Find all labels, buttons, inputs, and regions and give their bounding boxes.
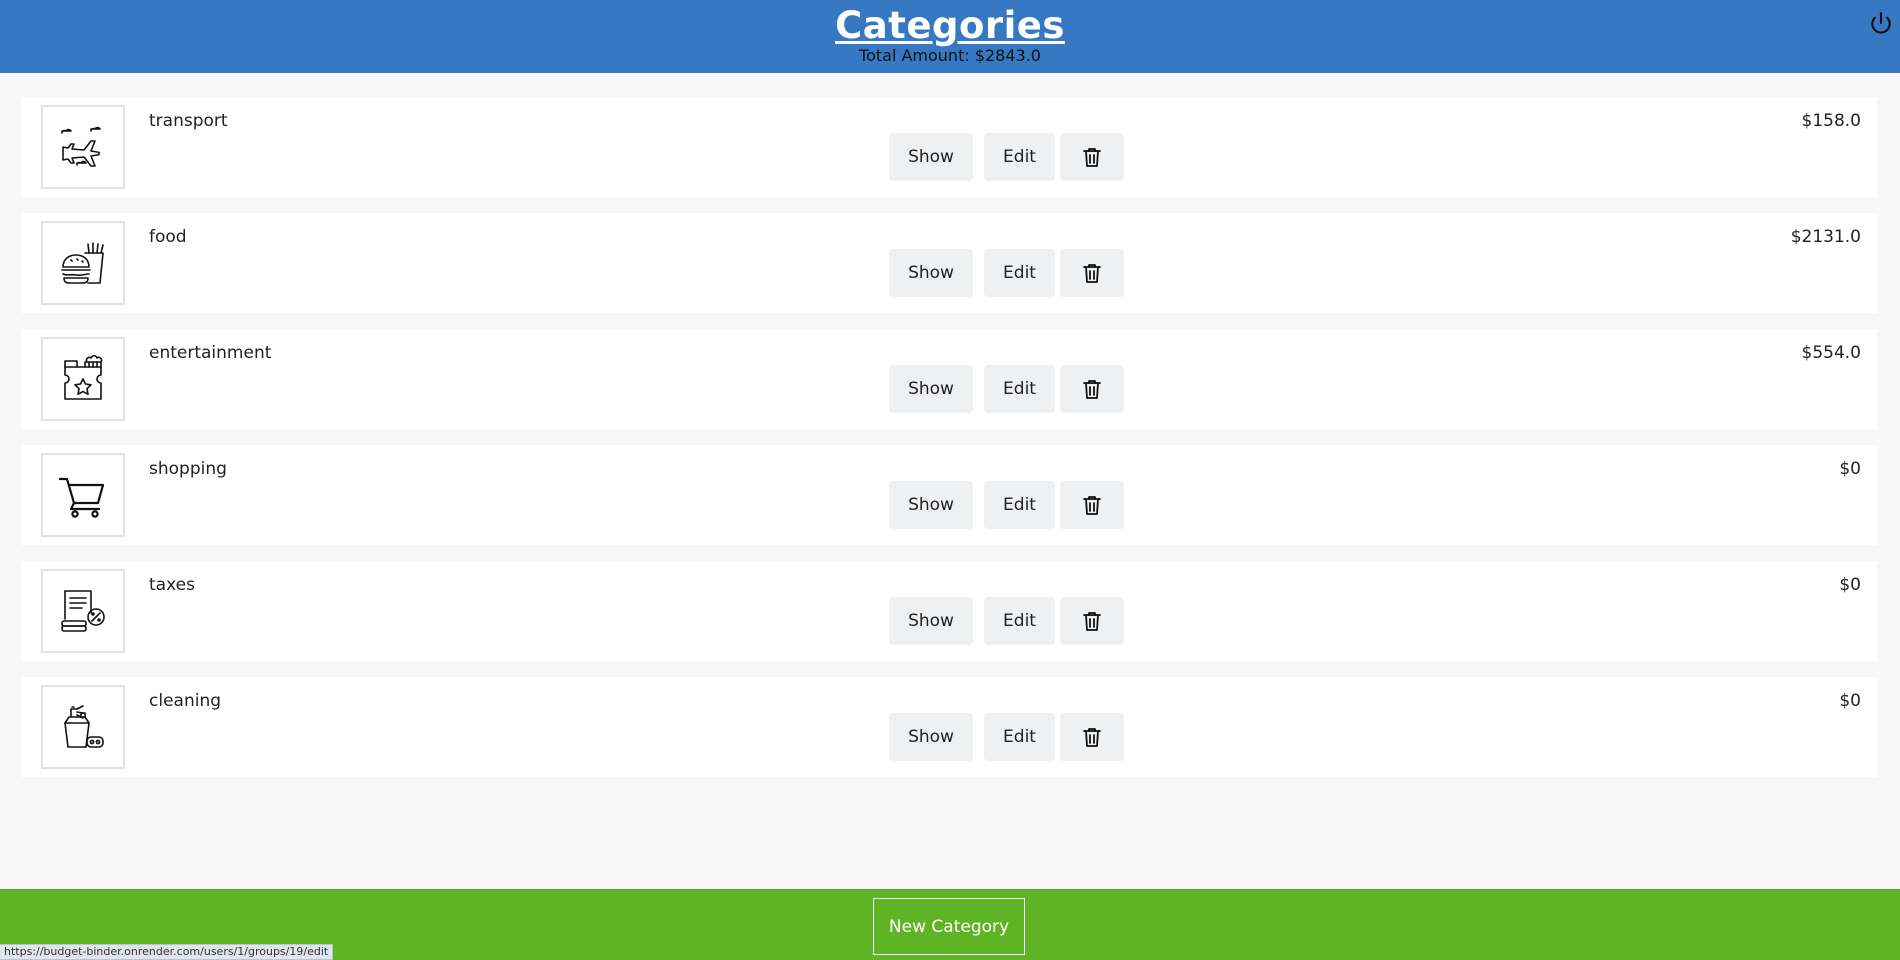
category-name: cleaning — [149, 691, 222, 711]
row-actions: Show Edit — [889, 597, 1124, 645]
category-amount: $158.0 — [1801, 111, 1861, 131]
delete-button[interactable] — [1060, 597, 1124, 645]
show-button[interactable]: Show — [889, 713, 973, 761]
delete-button[interactable] — [1060, 481, 1124, 529]
trash-icon — [1083, 380, 1101, 399]
category-row: taxes $0 Show Edit — [21, 561, 1877, 661]
show-button[interactable]: Show — [889, 249, 973, 297]
trash-icon — [1083, 728, 1101, 747]
power-icon[interactable] — [1868, 10, 1894, 36]
edit-button[interactable]: Edit — [984, 133, 1055, 181]
category-amount: $0 — [1839, 691, 1861, 711]
category-row: shopping $0 Show Edit — [21, 445, 1877, 545]
category-name: shopping — [149, 459, 227, 479]
cinema-ticket-icon — [64, 354, 103, 400]
show-button[interactable]: Show — [889, 597, 973, 645]
delete-button[interactable] — [1060, 133, 1124, 181]
page-header: Categories Total Amount: $2843.0 — [0, 0, 1900, 73]
category-row: cleaning $0 Show Edit — [21, 677, 1877, 777]
category-amount: $2131.0 — [1790, 227, 1861, 247]
edit-button[interactable]: Edit — [984, 249, 1055, 297]
category-row: food $2131.0 Show Edit — [21, 213, 1877, 313]
category-image — [41, 221, 125, 305]
category-list: transport $158.0 Show Edit food $2131.0 … — [21, 97, 1877, 793]
category-image — [41, 685, 125, 769]
category-row: transport $158.0 Show Edit — [21, 97, 1877, 197]
category-name: transport — [149, 111, 228, 131]
edit-button[interactable]: Edit — [984, 597, 1055, 645]
trash-icon — [1083, 496, 1101, 515]
row-actions: Show Edit — [889, 133, 1124, 181]
row-actions: Show Edit — [889, 481, 1124, 529]
tax-document-icon — [61, 590, 105, 632]
trash-icon — [1083, 612, 1101, 631]
airplane-icon — [61, 126, 101, 167]
category-image — [41, 337, 125, 421]
status-bar-url: https://budget-binder.onrender.com/users… — [0, 944, 334, 960]
category-amount: $0 — [1839, 459, 1861, 479]
trash-icon — [1083, 264, 1101, 283]
page-title: Categories — [835, 4, 1065, 47]
edit-button[interactable]: Edit — [984, 365, 1055, 413]
row-actions: Show Edit — [889, 713, 1124, 761]
shopping-cart-icon — [58, 477, 105, 518]
category-amount: $554.0 — [1801, 343, 1861, 363]
row-actions: Show Edit — [889, 365, 1124, 413]
category-image — [41, 569, 125, 653]
cleaning-supplies-icon — [64, 705, 104, 748]
category-image — [41, 105, 125, 189]
category-image — [41, 453, 125, 537]
category-amount: $0 — [1839, 575, 1861, 595]
edit-button[interactable]: Edit — [984, 481, 1055, 529]
new-category-button[interactable]: New Category — [873, 898, 1025, 955]
burger-fries-icon — [61, 242, 104, 284]
category-name: food — [149, 227, 187, 247]
trash-icon — [1083, 148, 1101, 167]
delete-button[interactable] — [1060, 249, 1124, 297]
category-row: entertainment $554.0 Show Edit — [21, 329, 1877, 429]
edit-button[interactable]: Edit — [984, 713, 1055, 761]
total-amount: Total Amount: $2843.0 — [859, 46, 1041, 65]
row-actions: Show Edit — [889, 249, 1124, 297]
show-button[interactable]: Show — [889, 481, 973, 529]
show-button[interactable]: Show — [889, 133, 973, 181]
delete-button[interactable] — [1060, 713, 1124, 761]
category-name: taxes — [149, 575, 195, 595]
delete-button[interactable] — [1060, 365, 1124, 413]
category-name: entertainment — [149, 343, 272, 363]
show-button[interactable]: Show — [889, 365, 973, 413]
